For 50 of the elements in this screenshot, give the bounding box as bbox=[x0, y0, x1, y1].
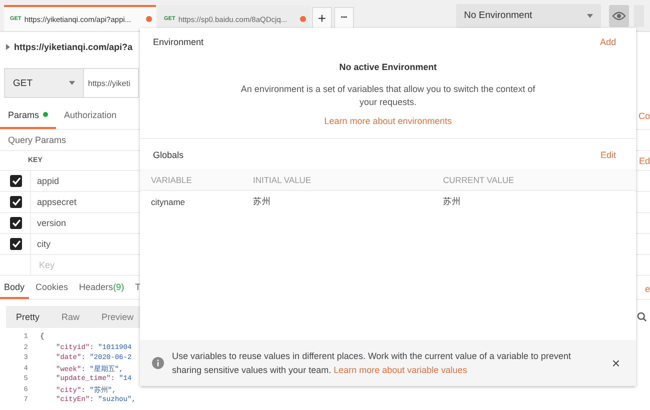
column-header: CURRENT VALUE bbox=[443, 174, 516, 184]
caret-icon bbox=[69, 81, 75, 85]
table-cell-text: cityname bbox=[151, 197, 186, 207]
learn-more-link[interactable]: Learn more about environments bbox=[324, 116, 452, 126]
view-mode-tab[interactable]: Preview bbox=[92, 312, 144, 322]
search-icon[interactable] bbox=[637, 312, 647, 322]
view-mode-tab[interactable]: Pretty bbox=[6, 312, 50, 322]
add-link[interactable]: Add bbox=[600, 37, 616, 47]
checkbox[interactable] bbox=[10, 238, 22, 250]
section-title: Query Params bbox=[7, 134, 68, 147]
eye-icon bbox=[612, 10, 626, 20]
expand-icon[interactable] bbox=[6, 44, 10, 50]
table-cell-text: 苏州 bbox=[443, 196, 462, 208]
checkbox[interactable] bbox=[10, 175, 22, 187]
checkbox[interactable] bbox=[10, 196, 22, 208]
section-title: Environment bbox=[153, 37, 204, 47]
response-tab[interactable]: Headers(9) bbox=[75, 282, 128, 299]
empty-text: An environment is a set of variables that allow you to switch the context of your requests. bbox=[240, 83, 536, 109]
section-title: Globals bbox=[153, 150, 184, 160]
request-section-tab[interactable]: Authorization bbox=[56, 102, 125, 129]
edit-link[interactable]: Edit bbox=[600, 150, 616, 160]
column-header: VARIABLE bbox=[151, 174, 193, 184]
tab-label[interactable]: e bbox=[644, 284, 650, 294]
caret-icon bbox=[587, 14, 593, 18]
view-mode-tab[interactable]: Raw bbox=[52, 312, 90, 322]
column-header: INITIAL VALUE bbox=[253, 174, 312, 184]
edit-link[interactable]: Ed bbox=[638, 156, 650, 166]
param-key: appid bbox=[30, 171, 60, 191]
response-tab[interactable]: Body bbox=[0, 282, 29, 299]
new-tab-button[interactable]: + bbox=[312, 7, 332, 29]
eye-button[interactable] bbox=[609, 4, 629, 26]
url-field[interactable]: https://yiketi bbox=[84, 68, 139, 98]
param-key: version bbox=[30, 213, 66, 233]
request-title: https://yiketianqi.com/api?a bbox=[14, 42, 133, 52]
method-dropdown[interactable]: GET bbox=[4, 68, 84, 98]
key-input[interactable]: Key bbox=[37, 259, 97, 271]
info-text: Use variables to reuse values in different places. Work with the current value of a variable to prevent sharing sensitive values with your team. Learn more about variable values bbox=[172, 350, 572, 377]
request-section-tab[interactable]: Params bbox=[0, 102, 56, 129]
environment-dropdown[interactable]: No Environment bbox=[456, 4, 601, 28]
tab-label[interactable]: Co bbox=[638, 110, 650, 120]
checkbox[interactable] bbox=[10, 217, 22, 229]
param-key: appsecret bbox=[30, 192, 77, 212]
param-key: city bbox=[30, 234, 50, 254]
table-cell-text: 苏州 bbox=[253, 196, 272, 208]
info-icon bbox=[152, 357, 164, 369]
empty-title: No active Environment bbox=[339, 62, 437, 72]
response-tab[interactable]: Cookies bbox=[32, 282, 72, 299]
close-button[interactable]: × bbox=[608, 355, 624, 371]
response-tab[interactable]: T bbox=[131, 282, 145, 299]
learn-more-link[interactable]: Learn more about variable values bbox=[334, 365, 468, 375]
